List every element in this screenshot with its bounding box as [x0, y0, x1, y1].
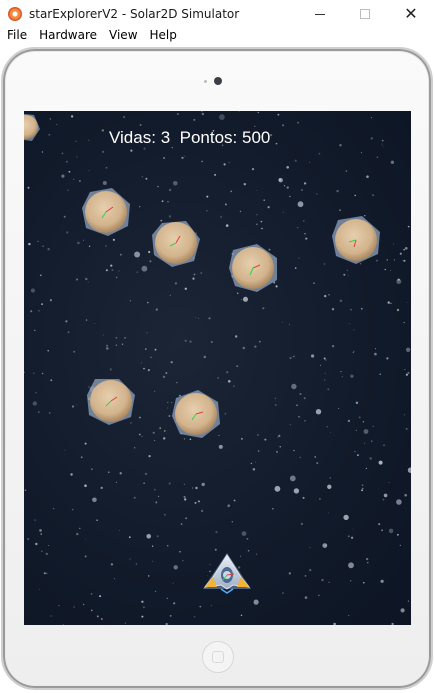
- home-button[interactable]: [202, 641, 234, 673]
- solar2d-logo-icon: [8, 7, 22, 21]
- asteroid: [87, 379, 135, 425]
- player-ship-icon[interactable]: [203, 553, 251, 594]
- close-icon: ✕: [404, 4, 418, 23]
- game-objects: [24, 113, 380, 594]
- asteroid: [229, 244, 277, 292]
- front-camera-icon: [214, 77, 222, 85]
- close-button[interactable]: ✕: [388, 0, 434, 28]
- asteroid: [24, 113, 40, 141]
- menu-file[interactable]: File: [0, 28, 27, 45]
- window-title: starExplorerV2 - Solar2D Simulator: [29, 7, 240, 21]
- lives-label: Vidas:: [109, 128, 156, 147]
- asteroid: [172, 390, 220, 438]
- asteroid: [332, 216, 380, 264]
- window-titlebar[interactable]: starExplorerV2 - Solar2D Simulator ✕: [0, 0, 435, 28]
- score-hud: Vidas: 3 Pontos: 500: [109, 128, 270, 148]
- menu-hardware[interactable]: Hardware: [32, 28, 97, 45]
- menu-view[interactable]: View: [102, 28, 137, 45]
- maximize-icon: [360, 9, 370, 19]
- minimize-icon: [315, 13, 325, 15]
- lives-value: 3: [160, 128, 171, 147]
- asteroid: [152, 221, 200, 267]
- minimize-button[interactable]: [297, 0, 343, 28]
- points-label: Pontos:: [179, 128, 238, 147]
- menu-help[interactable]: Help: [143, 28, 177, 45]
- asteroid: [82, 188, 130, 236]
- maximize-button[interactable]: [342, 0, 388, 28]
- game-screen[interactable]: Vidas: 3 Pontos: 500: [24, 111, 411, 625]
- menu-bar: File Hardware View Help: [0, 28, 435, 45]
- home-square-icon: [212, 651, 224, 663]
- points-value: 500: [242, 128, 271, 147]
- front-sensor-icon: [204, 80, 207, 83]
